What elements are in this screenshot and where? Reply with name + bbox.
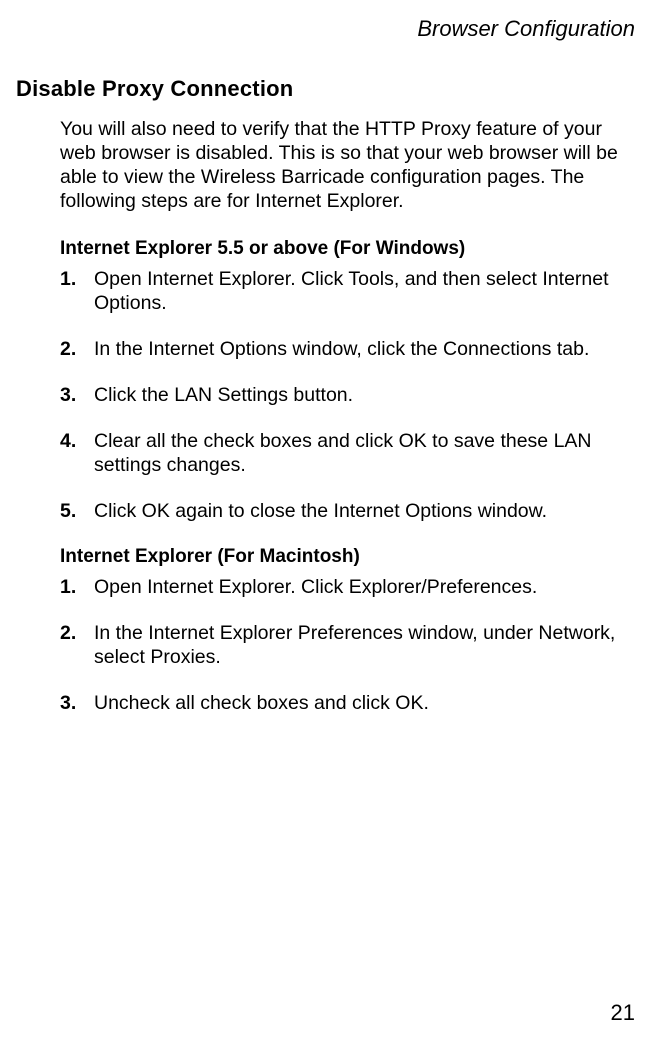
step-number: 3. xyxy=(60,692,82,716)
list-item: 1. Open Internet Explorer. Click Tools, … xyxy=(60,268,633,316)
list-item: 5. Click OK again to close the Internet … xyxy=(60,500,633,524)
step-number: 5. xyxy=(60,500,82,524)
step-number: 2. xyxy=(60,622,82,670)
step-text: Uncheck all check boxes and click OK. xyxy=(94,692,633,716)
step-text: Click OK again to close the Internet Opt… xyxy=(94,500,633,524)
step-number: 1. xyxy=(60,576,82,600)
list-item: 1. Open Internet Explorer. Click Explore… xyxy=(60,576,633,600)
intro-paragraph: You will also need to verify that the HT… xyxy=(60,118,633,214)
list-item: 3. Click the LAN Settings button. xyxy=(60,384,633,408)
section-heading: Disable Proxy Connection xyxy=(16,76,637,102)
subsection-heading-windows: Internet Explorer 5.5 or above (For Wind… xyxy=(60,238,637,260)
step-text: In the Internet Explorer Preferences win… xyxy=(94,622,633,670)
chapter-header: Browser Configuration xyxy=(16,16,637,42)
subsection-heading-macintosh: Internet Explorer (For Macintosh) xyxy=(60,546,637,568)
steps-list-windows: 1. Open Internet Explorer. Click Tools, … xyxy=(60,268,633,524)
step-number: 2. xyxy=(60,338,82,362)
step-text: Clear all the check boxes and click OK t… xyxy=(94,430,633,478)
step-number: 3. xyxy=(60,384,82,408)
step-text: Open Internet Explorer. Click Explorer/P… xyxy=(94,576,633,600)
step-number: 1. xyxy=(60,268,82,316)
list-item: 4. Clear all the check boxes and click O… xyxy=(60,430,633,478)
list-item: 2. In the Internet Explorer Preferences … xyxy=(60,622,633,670)
list-item: 2. In the Internet Options window, click… xyxy=(60,338,633,362)
step-text: In the Internet Options window, click th… xyxy=(94,338,633,362)
list-item: 3. Uncheck all check boxes and click OK. xyxy=(60,692,633,716)
step-text: Click the LAN Settings button. xyxy=(94,384,633,408)
step-text: Open Internet Explorer. Click Tools, and… xyxy=(94,268,633,316)
steps-list-macintosh: 1. Open Internet Explorer. Click Explore… xyxy=(60,576,633,716)
step-number: 4. xyxy=(60,430,82,478)
page-number: 21 xyxy=(611,1000,635,1026)
